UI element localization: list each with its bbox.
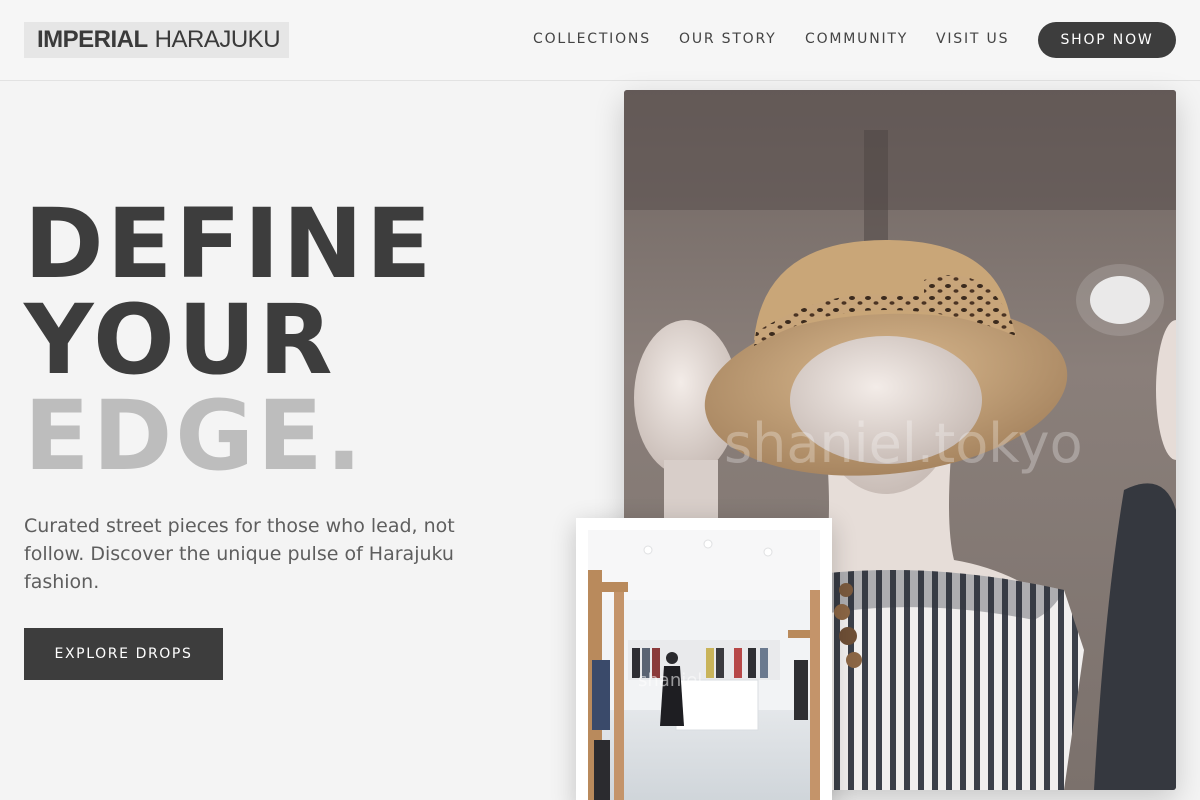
shop-now-button[interactable]: SHOP NOW: [1038, 22, 1176, 58]
headline-line-2: YOUR: [24, 284, 336, 396]
store-interior-photo: shaniel: [588, 530, 820, 800]
nav-community[interactable]: COMMUNITY: [805, 31, 908, 47]
nav-our-story[interactable]: OUR STORY: [679, 31, 777, 47]
explore-drops-button[interactable]: EXPLORE DROPS: [24, 628, 223, 680]
nav-collections[interactable]: COLLECTIONS: [533, 31, 651, 47]
hero-tagline: Curated street pieces for those who lead…: [24, 515, 455, 593]
brand-name-light: HARAJUKU: [154, 26, 281, 53]
main-photo-watermark: shaniel.tokyo: [724, 412, 1083, 475]
brand-name-bold: IMPERIAL: [37, 26, 148, 53]
inset-photo-watermark: shaniel: [638, 670, 702, 691]
nav-visit-us[interactable]: VISIT US: [936, 31, 1009, 47]
brand-logo[interactable]: IMPERIAL HARAJUKU: [24, 22, 289, 58]
hero-headline: DEFINE YOUR EDGE.: [24, 196, 434, 484]
headline-line-3: EDGE.: [24, 380, 366, 492]
store-illustration: shaniel: [588, 530, 820, 800]
site-header: IMPERIAL HARAJUKU COLLECTIONS OUR STORY …: [0, 0, 1200, 81]
headline-line-1: DEFINE: [24, 188, 435, 300]
store-interior-card: shaniel: [576, 518, 832, 800]
